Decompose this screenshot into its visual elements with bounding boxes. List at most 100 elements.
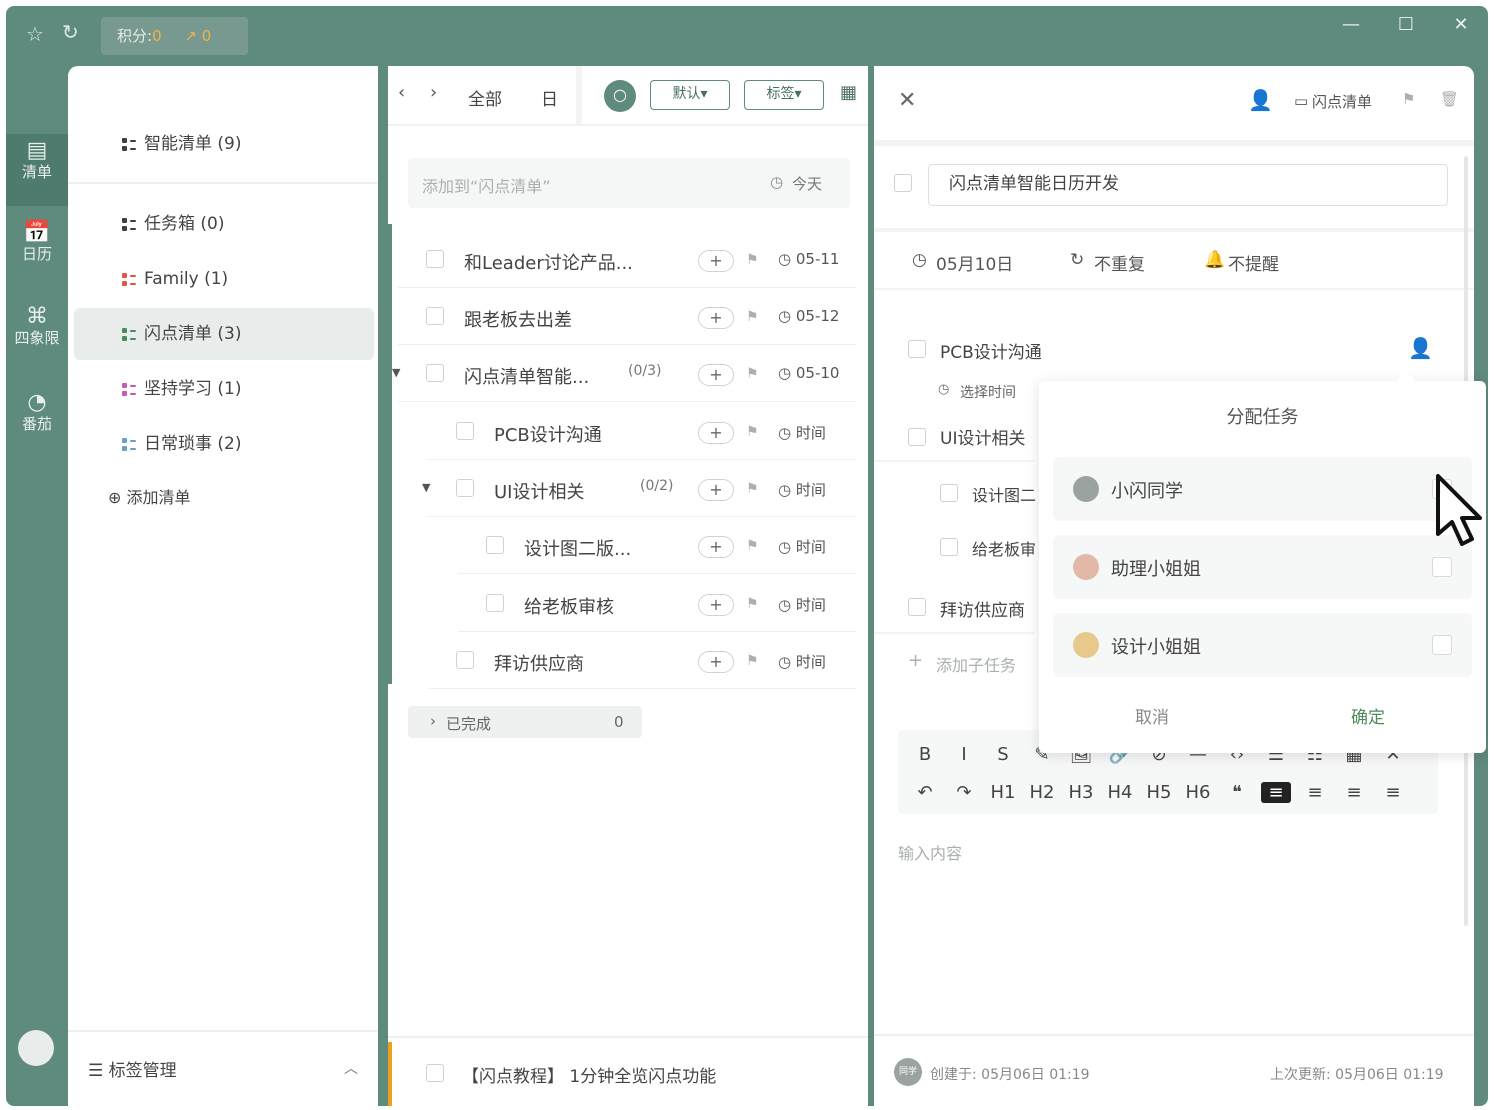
- editor-tool-button[interactable]: ❝: [1222, 782, 1252, 803]
- expand-arrow-icon[interactable]: ▼: [422, 481, 430, 494]
- task-row[interactable]: 给老板审核 + ⚑ ◷ 时间: [458, 576, 856, 632]
- detail-repeat[interactable]: 不重复: [1094, 250, 1145, 275]
- pin-icon[interactable]: ☆: [26, 22, 44, 46]
- assignee-row[interactable]: 小闪同学: [1053, 457, 1472, 521]
- flag-icon[interactable]: ⚑: [746, 309, 759, 325]
- rail-item-list[interactable]: ▤ 清单: [6, 134, 68, 206]
- trash-icon[interactable]: 🗑: [1440, 90, 1459, 108]
- confirm-button[interactable]: 确定: [1351, 703, 1385, 728]
- rail-item-quadrant[interactable]: ⌘ 四象限: [6, 306, 68, 348]
- assign-user-icon[interactable]: 👤: [1248, 88, 1273, 112]
- task-row[interactable]: 跟老板去出差 + ⚑ ◷ 05-12: [398, 289, 856, 345]
- subtask-checkbox[interactable]: [940, 484, 958, 502]
- subtask-checkbox[interactable]: [908, 598, 926, 616]
- add-subtask-plus-button[interactable]: +: [698, 250, 734, 272]
- completed-toggle[interactable]: › 已完成 0: [408, 706, 642, 738]
- task-row[interactable]: 拜访供应商 + ⚑ ◷ 时间: [428, 633, 856, 689]
- detail-list-name[interactable]: 闪点清单: [1312, 91, 1372, 112]
- subtask-title[interactable]: 给老板审: [972, 536, 1036, 560]
- detail-task-checkbox[interactable]: [894, 174, 912, 192]
- editor-tool-button[interactable]: H5: [1144, 782, 1174, 803]
- assignee-row[interactable]: 助理小姐姐: [1053, 535, 1472, 599]
- task-checkbox[interactable]: [456, 479, 474, 497]
- editor-tool-button[interactable]: H4: [1105, 782, 1135, 803]
- add-subtask-plus-button[interactable]: +: [698, 536, 734, 558]
- editor-tool-button[interactable]: ≡: [1378, 782, 1408, 803]
- flag-icon[interactable]: ⚑: [746, 538, 759, 554]
- editor-tool-button[interactable]: H2: [1027, 782, 1057, 803]
- editor-tool-button[interactable]: B: [910, 744, 940, 765]
- editor-tool-button[interactable]: I: [949, 744, 979, 765]
- sidebar-item-inbox[interactable]: 任务箱 (0): [74, 198, 374, 250]
- add-task-input[interactable]: 添加到“闪点清单” ◷ 今天: [408, 158, 850, 208]
- subtask-title[interactable]: UI设计相关: [940, 424, 1025, 449]
- next-arrow-icon[interactable]: ›: [430, 82, 437, 103]
- task-checkbox[interactable]: [486, 536, 504, 554]
- close-icon[interactable]: ✕: [898, 88, 916, 113]
- tutorial-task-title[interactable]: 【闪点教程】 1分钟全览闪点功能: [462, 1062, 716, 1087]
- add-list-button[interactable]: ⊕ 添加清单: [108, 484, 191, 508]
- add-subtask-plus-button[interactable]: +: [698, 479, 734, 501]
- assignee-row[interactable]: 设计小姐姐: [1053, 613, 1472, 677]
- add-today[interactable]: 今天: [792, 173, 822, 194]
- task-checkbox[interactable]: [426, 364, 444, 382]
- task-row[interactable]: PCB设计沟通 + ⚑ ◷ 时间: [428, 404, 856, 460]
- sidebar-item-family[interactable]: Family (1): [74, 253, 374, 305]
- detail-date[interactable]: 05月10日: [936, 250, 1013, 275]
- detail-remind[interactable]: 不提醒: [1228, 250, 1279, 275]
- task-date[interactable]: ◷ 05-12: [778, 307, 839, 325]
- subtask-checkbox[interactable]: [940, 538, 958, 556]
- task-row[interactable]: ▼ UI设计相关 (0/2) + ⚑ ◷ 时间: [422, 461, 856, 517]
- flag-icon[interactable]: ⚑: [746, 653, 759, 669]
- cancel-button[interactable]: 取消: [1135, 703, 1169, 728]
- add-subtask-plus-button[interactable]: +: [698, 594, 734, 616]
- editor-tool-button[interactable]: ↶: [910, 782, 940, 803]
- task-date[interactable]: ◷ 05-11: [778, 250, 839, 268]
- assign-user-icon[interactable]: 👤: [1408, 336, 1433, 360]
- sidebar-item-study[interactable]: 坚持学习 (1): [74, 363, 374, 415]
- task-checkbox[interactable]: [426, 250, 444, 268]
- assignee-checkbox[interactable]: [1432, 635, 1452, 655]
- editor-tool-button[interactable]: S: [988, 744, 1018, 765]
- editor-content-input[interactable]: 输入内容: [898, 840, 962, 864]
- editor-tool-button[interactable]: ≡: [1339, 782, 1369, 803]
- sidebar-item-smart[interactable]: 智能清单 (9): [74, 118, 374, 170]
- prev-arrow-icon[interactable]: ‹: [398, 82, 405, 103]
- subtask-title[interactable]: PCB设计沟通: [940, 338, 1042, 363]
- close-window-button[interactable]: ✕: [1446, 14, 1476, 35]
- user-avatar[interactable]: [18, 1030, 54, 1066]
- flag-icon[interactable]: ⚑: [746, 596, 759, 612]
- flag-icon[interactable]: ⚑: [746, 424, 759, 440]
- add-subtask-plus-button[interactable]: +: [698, 651, 734, 673]
- grid-view-icon[interactable]: ▦: [840, 82, 857, 103]
- filter-all[interactable]: 全部: [468, 85, 502, 110]
- task-date[interactable]: ◷ 时间: [778, 479, 826, 500]
- editor-tool-button[interactable]: ↷: [949, 782, 979, 803]
- task-date[interactable]: ◷ 时间: [778, 536, 826, 557]
- task-checkbox[interactable]: [486, 594, 504, 612]
- chevron-up-icon[interactable]: ︿: [344, 1058, 358, 1078]
- task-checkbox[interactable]: [456, 651, 474, 669]
- flag-icon[interactable]: ⚑: [1402, 90, 1415, 108]
- add-subtask-plus-button[interactable]: +: [698, 307, 734, 329]
- subtask-title[interactable]: 设计图二: [972, 482, 1036, 506]
- task-date[interactable]: ◷ 时间: [778, 422, 826, 443]
- sidebar-item-flash-list[interactable]: 闪点清单 (3): [74, 308, 374, 360]
- flag-icon[interactable]: ⚑: [746, 252, 759, 268]
- sidebar-item-daily[interactable]: 日常琐事 (2): [74, 418, 374, 470]
- tag-filter-button[interactable]: 标签▾: [744, 80, 824, 110]
- task-date[interactable]: ◷ 时间: [778, 594, 826, 615]
- task-row[interactable]: 和Leader讨论产品... + ⚑ ◷ 05-11: [398, 232, 856, 288]
- add-subtask-button[interactable]: 添加子任务: [936, 652, 1016, 676]
- editor-tool-button[interactable]: H1: [988, 782, 1018, 803]
- tutorial-checkbox[interactable]: [426, 1064, 444, 1082]
- task-checkbox[interactable]: [426, 307, 444, 325]
- editor-tool-button[interactable]: H3: [1066, 782, 1096, 803]
- editor-tool-button[interactable]: ≡: [1300, 782, 1330, 803]
- filter-day[interactable]: 日: [541, 85, 558, 110]
- rail-item-calendar[interactable]: 📅 日历: [6, 222, 68, 264]
- expand-arrow-icon[interactable]: ▼: [392, 366, 400, 379]
- task-date[interactable]: ◷ 时间: [778, 651, 826, 672]
- task-title-input[interactable]: 闪点清单智能日历开发: [928, 164, 1448, 206]
- editor-tool-button[interactable]: ≡: [1261, 782, 1291, 803]
